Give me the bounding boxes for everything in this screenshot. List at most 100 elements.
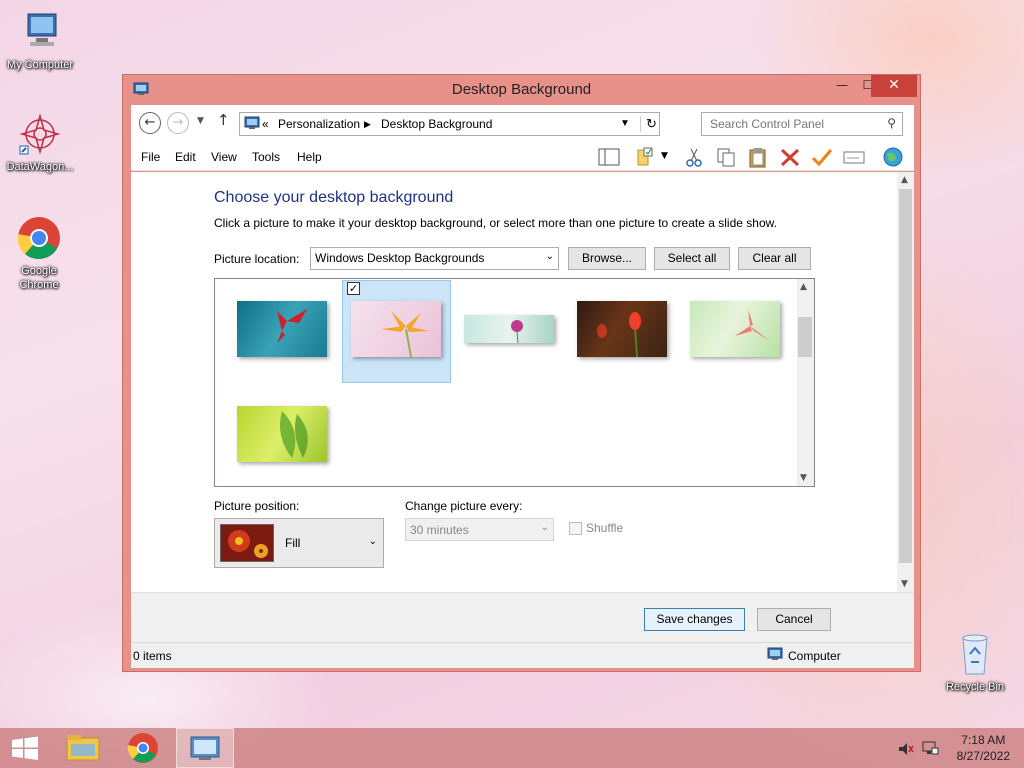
- datawagon-icon: [16, 110, 64, 158]
- breadcrumb-prefix[interactable]: «: [262, 117, 269, 131]
- recycle-bin-icon: [951, 630, 999, 678]
- up-button[interactable]: ↑: [217, 111, 230, 129]
- control-panel-taskbar-button[interactable]: [176, 728, 234, 768]
- breadcrumb-separator-icon: ▶: [364, 119, 371, 129]
- wallpaper-thumbnail[interactable]: [464, 315, 554, 344]
- address-dropdown-icon[interactable]: ▼: [620, 118, 630, 129]
- picture-location-value: Windows Desktop Backgrounds: [315, 251, 485, 265]
- file-explorer-taskbar-button[interactable]: [57, 728, 113, 768]
- menu-edit[interactable]: Edit: [175, 150, 196, 164]
- desktop-background-window: Desktop Background — ☐ ✕ ← → ▼ ↑ « Perso…: [122, 74, 921, 672]
- forward-button[interactable]: →: [167, 112, 189, 134]
- page-description: Click a picture to make it your desktop …: [214, 216, 777, 230]
- back-button[interactable]: ←: [139, 112, 161, 134]
- status-bar: 0 items Computer: [131, 642, 914, 668]
- search-icon[interactable]: ⚲: [887, 116, 896, 130]
- control-panel-icon: [190, 736, 220, 760]
- layout-icon[interactable]: [597, 146, 621, 168]
- address-box[interactable]: « Personalization ▶ Desktop Background ▼…: [239, 112, 660, 136]
- properties-dropdown-icon[interactable]: ▼: [661, 151, 668, 161]
- wallpaper-thumbnail[interactable]: [690, 301, 780, 357]
- wallpaper-thumbnail[interactable]: [237, 301, 327, 357]
- windows-logo-icon: [12, 736, 38, 760]
- thumbnail-checkbox[interactable]: ✓: [347, 282, 360, 295]
- wallpaper-thumbnail[interactable]: [237, 406, 327, 462]
- wallpaper-gallery: ✓ ▲ ▼: [214, 278, 815, 487]
- desktop-icon-chrome[interactable]: Google Chrome: [0, 214, 79, 292]
- shuffle-label: Shuffle: [586, 521, 624, 535]
- desktop-icon-datawagon[interactable]: DataWagon...: [0, 110, 80, 174]
- menu-help[interactable]: Help: [297, 150, 322, 164]
- breadcrumb-desktop-background[interactable]: Desktop Background: [381, 117, 492, 131]
- rename-icon[interactable]: [842, 146, 866, 168]
- menu-view[interactable]: View: [211, 150, 237, 164]
- save-changes-button[interactable]: Save changes: [644, 608, 745, 631]
- control-panel-icon: [244, 115, 260, 134]
- properties-icon[interactable]: [635, 146, 659, 168]
- computer-icon: [767, 646, 785, 665]
- scroll-down-icon[interactable]: ▼: [800, 473, 807, 483]
- wallpaper-thumbnail[interactable]: [577, 301, 667, 358]
- select-all-button[interactable]: Select all: [654, 247, 730, 270]
- shuffle-checkbox[interactable]: [569, 522, 582, 535]
- scroll-up-icon[interactable]: ▲: [800, 282, 807, 292]
- scroll-up-icon[interactable]: ▲: [901, 175, 908, 185]
- desktop-icon-label: Google Chrome: [19, 265, 59, 291]
- chevron-down-icon: ⌄: [545, 251, 554, 262]
- interval-value: 30 minutes: [410, 523, 469, 537]
- clear-all-button[interactable]: Clear all: [738, 247, 811, 270]
- computer-icon: [16, 8, 64, 56]
- recent-pages-dropdown[interactable]: ▼: [197, 116, 204, 126]
- breadcrumb-personalization[interactable]: Personalization: [278, 117, 360, 131]
- address-bar: ← → ▼ ↑ « Personalization ▶ Desktop Back…: [131, 105, 914, 141]
- picture-position-value: Fill: [285, 536, 301, 550]
- search-placeholder: Search Control Panel: [710, 117, 825, 131]
- desktop-icon-recycle-bin[interactable]: Recycle Bin: [935, 630, 1015, 694]
- change-picture-interval-select[interactable]: 30 minutes ⌄: [405, 518, 554, 541]
- volume-muted-icon[interactable]: [897, 741, 915, 760]
- dialog-footer: Save changes Cancel: [131, 592, 914, 642]
- delete-icon[interactable]: [778, 146, 802, 168]
- menu-bar: File Edit View Tools Help ▼: [131, 141, 914, 171]
- status-item-count: 0 items: [133, 649, 172, 663]
- copy-icon[interactable]: [714, 146, 738, 168]
- picture-location-label: Picture location:: [214, 252, 300, 266]
- check-icon[interactable]: [810, 146, 834, 168]
- cancel-button[interactable]: Cancel: [757, 608, 831, 631]
- clock-time: 7:18 AM: [961, 733, 1006, 747]
- chrome-icon: [127, 733, 158, 763]
- network-icon[interactable]: [921, 740, 939, 759]
- menu-tools[interactable]: Tools: [252, 150, 280, 164]
- globe-icon[interactable]: [881, 146, 905, 168]
- taskbar: 7:18 AM 8/27/2022: [0, 728, 1024, 768]
- refresh-icon[interactable]: ↻: [640, 116, 657, 132]
- picture-location-select[interactable]: Windows Desktop Backgrounds ⌄: [310, 247, 559, 270]
- picture-position-select[interactable]: Fill ⌄: [214, 518, 384, 568]
- chevron-down-icon: ⌄: [540, 522, 549, 533]
- content-pane: Choose your desktop background Click a p…: [131, 172, 914, 592]
- scroll-down-icon[interactable]: ▼: [901, 579, 908, 589]
- start-button[interactable]: [0, 728, 56, 768]
- change-picture-label: Change picture every:: [405, 499, 523, 513]
- content-scroll-thumb[interactable]: [899, 189, 912, 563]
- desktop-icon-my-computer[interactable]: My Computer: [0, 8, 80, 72]
- picture-position-label: Picture position:: [214, 499, 300, 513]
- system-clock[interactable]: 7:18 AM 8/27/2022: [957, 732, 1010, 764]
- page-title: Choose your desktop background: [214, 189, 454, 206]
- title-bar[interactable]: Desktop Background — ☐ ✕: [123, 75, 920, 105]
- cut-icon[interactable]: [682, 146, 706, 168]
- chevron-down-icon: ⌄: [368, 536, 377, 547]
- gallery-scrollbar[interactable]: ▲ ▼: [797, 279, 814, 486]
- content-scrollbar[interactable]: ▲ ▼: [897, 172, 914, 592]
- search-input[interactable]: Search Control Panel ⚲: [701, 112, 903, 136]
- paste-icon[interactable]: [746, 146, 770, 168]
- close-button[interactable]: ✕: [871, 75, 917, 97]
- wallpaper-thumbnail[interactable]: [351, 301, 441, 358]
- chrome-taskbar-button[interactable]: [115, 728, 171, 768]
- gallery-scroll-thumb[interactable]: [798, 317, 812, 357]
- position-preview-image: [220, 524, 274, 562]
- browse-button[interactable]: Browse...: [568, 247, 646, 270]
- clock-date: 8/27/2022: [956, 749, 1010, 763]
- menu-file[interactable]: File: [141, 150, 160, 164]
- desktop-icon-label: My Computer: [6, 59, 74, 71]
